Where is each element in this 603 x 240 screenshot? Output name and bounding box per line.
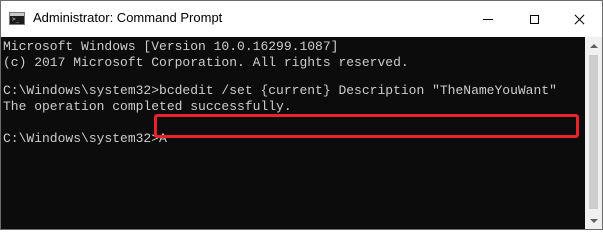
console-line-version: Microsoft Windows [Version 10.0.16299.10… — [3, 39, 339, 54]
close-button[interactable] — [556, 1, 602, 37]
close-icon — [574, 14, 585, 25]
scroll-up-button[interactable] — [585, 37, 602, 54]
maximize-icon — [529, 14, 539, 24]
command-prompt-icon[interactable]: >_ — [9, 12, 25, 25]
window-title: Administrator: Command Prompt — [33, 10, 223, 25]
icon-prompt-glyph: >_ — [12, 16, 20, 23]
scroll-down-arrow-icon — [589, 218, 598, 223]
minimize-button[interactable] — [465, 1, 511, 37]
title-bar[interactable]: >_ Administrator: Command Prompt — [1, 1, 602, 37]
scroll-up-arrow-icon — [589, 43, 598, 48]
scrollbar-thumb[interactable] — [589, 55, 598, 209]
vertical-scrollbar[interactable] — [585, 37, 602, 229]
minimize-icon — [483, 18, 493, 20]
maximize-button[interactable] — [511, 1, 557, 37]
scroll-down-button[interactable] — [585, 212, 602, 229]
console-line-result: The operation completed successfully. — [3, 99, 292, 114]
console-line-command: C:\Windows\system32>bcdedit /set {curren… — [3, 83, 557, 98]
console-line-prompt[interactable]: C:\Windows\system32>A — [3, 131, 167, 147]
command-highlight-box — [154, 114, 579, 138]
command-prompt-window: >_ Administrator: Command Prompt Microso… — [0, 0, 603, 230]
console-output[interactable]: Microsoft Windows [Version 10.0.16299.10… — [1, 37, 585, 229]
console-line-copyright: (c) 2017 Microsoft Corporation. All righ… — [3, 55, 409, 70]
